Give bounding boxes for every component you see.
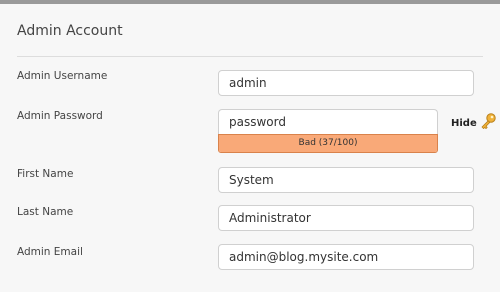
hide-password-label: Hide — [451, 117, 477, 129]
username-input[interactable]: admin — [218, 70, 474, 96]
password-label: Admin Password — [17, 110, 103, 122]
password-strength-meter: Bad (37/100) — [218, 134, 438, 153]
first-name-label: First Name — [17, 168, 74, 180]
username-label: Admin Username — [17, 70, 108, 82]
email-label: Admin Email — [17, 246, 83, 258]
password-strength-text: Bad (37/100) — [298, 138, 358, 148]
hide-password-toggle[interactable]: Hide — [451, 112, 497, 134]
first-name-input[interactable]: System — [218, 167, 474, 193]
email-input[interactable]: admin@blog.mysite.com — [218, 244, 474, 270]
key-icon — [479, 112, 497, 134]
section-title: Admin Account — [17, 23, 123, 39]
last-name-label: Last Name — [17, 206, 74, 218]
last-name-input[interactable]: Administrator — [218, 205, 474, 231]
section-divider — [17, 56, 483, 57]
password-input[interactable]: password — [218, 109, 438, 134]
